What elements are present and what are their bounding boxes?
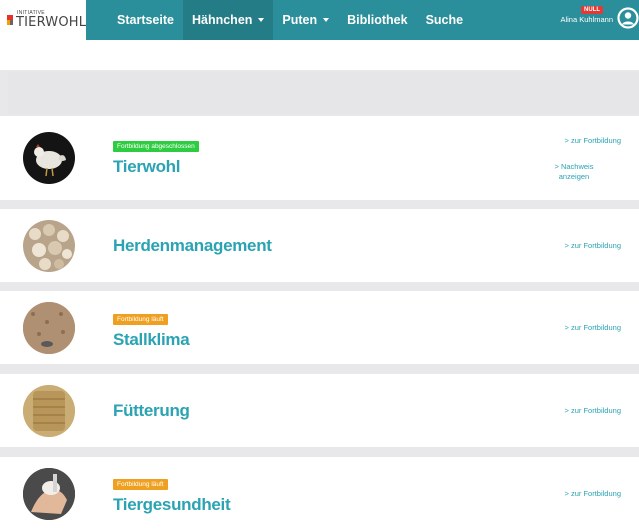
nav-item-startseite[interactable]: Startseite: [108, 0, 183, 40]
logo-text: TIERWOHL: [16, 15, 87, 30]
course-image-barn-floor: [23, 302, 75, 354]
course-image-flock: [23, 220, 75, 272]
nav-item-label: Hähnchen: [191, 13, 253, 27]
nav-item-label: Suche: [425, 13, 464, 27]
user-avatar-icon[interactable]: [617, 7, 639, 29]
course-title[interactable]: Stallklima: [113, 330, 190, 350]
course-link[interactable]: > zur Fortbildung: [565, 136, 622, 145]
top-navigation-bar: INITIATIVE TIERWOHL Startseite Hähnchen …: [0, 0, 639, 40]
course-image-chicken: [23, 132, 75, 184]
status-badge: Fortbildung abgeschlossen: [113, 141, 199, 152]
nav-item-label: Bibliothek: [347, 13, 408, 27]
course-card-stallklima: Fortbildung läuft Stallklima > zur Fortb…: [0, 291, 639, 364]
status-badge: Fortbildung läuft: [113, 314, 168, 325]
course-link[interactable]: > zur Fortbildung: [565, 241, 622, 250]
nav-item-bibliothek[interactable]: Bibliothek: [338, 0, 416, 40]
nav-item-puten[interactable]: Puten: [273, 0, 338, 40]
subheader-area: [0, 40, 639, 70]
course-image-feed: [23, 385, 75, 437]
tierwohl-logo[interactable]: INITIATIVE TIERWOHL: [0, 0, 86, 40]
course-card-herdenmanagement: Herdenmanagement > zur Fortbildung: [0, 209, 639, 282]
course-card-tiergesundheit: Fortbildung läuft Tiergesundheit > zur F…: [0, 457, 639, 530]
course-card-tierwohl: Fortbildung abgeschlossen Tierwohl > zur…: [0, 116, 639, 200]
caret-down-icon: [258, 18, 265, 22]
null-badge: NULL: [581, 6, 603, 14]
course-link[interactable]: > zur Fortbildung: [565, 323, 622, 332]
filter-band: [8, 72, 639, 114]
certificate-link[interactable]: > Nachweis anzeigen: [539, 162, 609, 182]
course-link[interactable]: > zur Fortbildung: [565, 489, 622, 498]
course-title[interactable]: Fütterung: [113, 401, 190, 421]
course-title[interactable]: Tierwohl: [113, 157, 180, 177]
nav-item-label: Puten: [282, 13, 318, 27]
course-title[interactable]: Tiergesundheit: [113, 495, 231, 515]
main-nav: Startseite Hähnchen Puten Bibliothek Suc…: [108, 0, 472, 40]
status-badge: Fortbildung läuft: [113, 479, 168, 490]
user-name[interactable]: Alina Kuhlmann: [560, 15, 613, 24]
course-image-health: [23, 468, 75, 520]
caret-down-icon: [323, 18, 330, 22]
course-card-fuetterung: Fütterung > zur Fortbildung: [0, 374, 639, 447]
nav-item-haehnchen[interactable]: Hähnchen: [182, 0, 274, 40]
course-link[interactable]: > zur Fortbildung: [565, 406, 622, 415]
nav-item-suche[interactable]: Suche: [417, 0, 473, 40]
nav-item-label: Startseite: [117, 13, 174, 27]
logo-mark-icon: [7, 15, 13, 25]
course-title[interactable]: Herdenmanagement: [113, 236, 272, 256]
